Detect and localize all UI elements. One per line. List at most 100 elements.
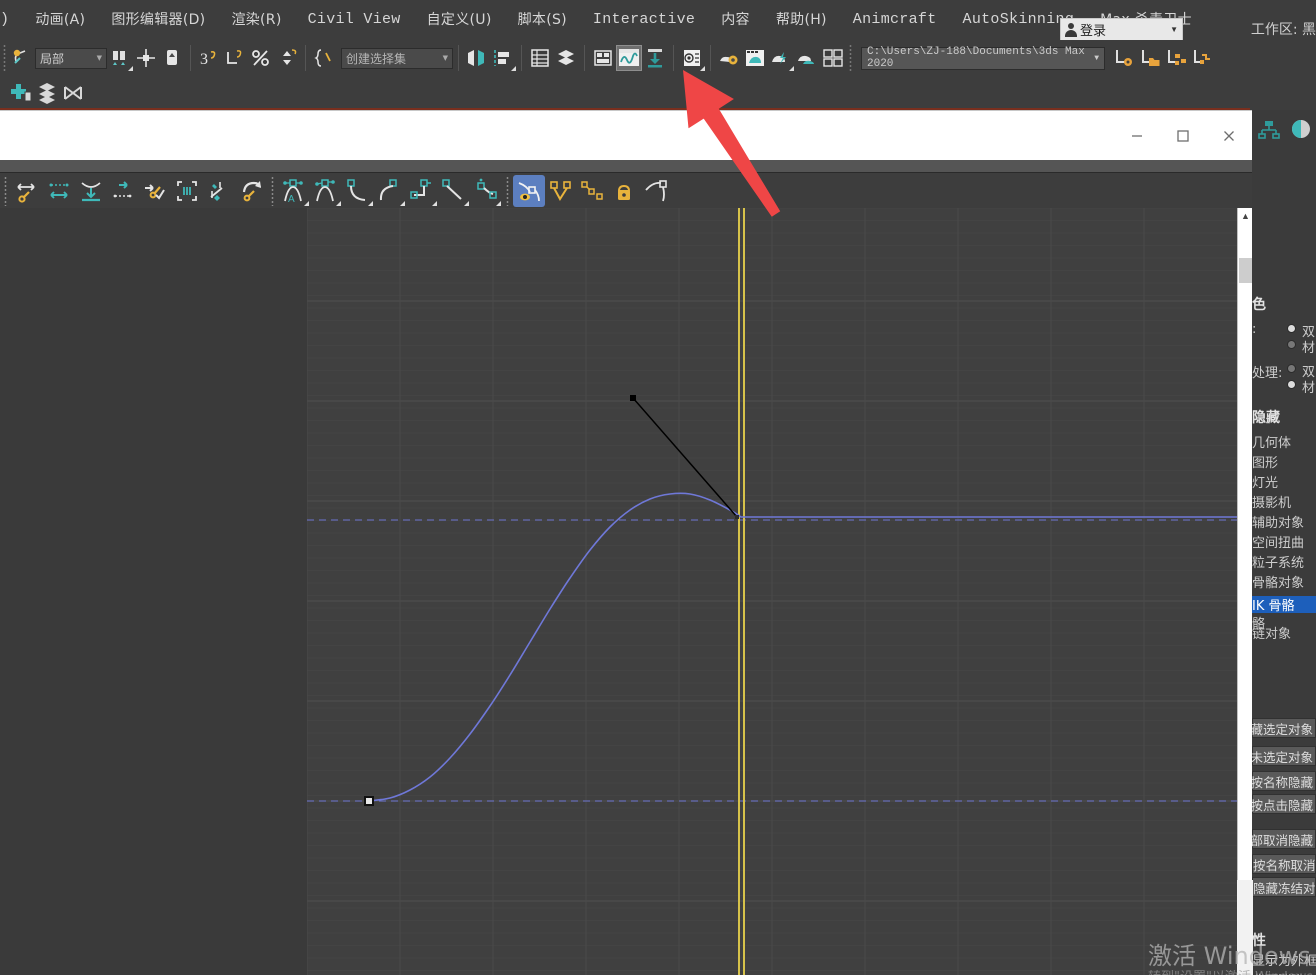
layer-hierarchy-icon[interactable] [1163,45,1189,71]
hide-item-cameras[interactable]: 摄影机 [1252,492,1291,511]
spinner-snap-icon[interactable] [274,45,300,71]
render-production-icon[interactable] [768,45,794,71]
select-link-icon[interactable] [9,45,35,71]
move-keys-horizontal-icon[interactable] [43,175,75,207]
ribbon-toggle-icon[interactable] [590,45,616,71]
login-dropdown[interactable]: 登录 ▼ [1060,18,1183,41]
scroll-up-arrow-icon[interactable]: ▲ [1238,208,1253,224]
set-tangents-step-icon[interactable] [406,175,438,207]
hide-item-link-object[interactable]: 链对象 [1252,623,1291,642]
move-keys-icon[interactable] [11,175,43,207]
set-tangents-fast-icon[interactable] [342,175,374,207]
viewport-layout-icon[interactable] [820,45,846,71]
add-object-icon[interactable] [8,80,34,106]
unhide-by-name-button[interactable]: 按名称取消隐藏 [1252,854,1316,874]
layer-nested-icon[interactable] [1189,45,1215,71]
hide-item-helpers[interactable]: 辅助对象 [1252,512,1304,531]
menu-item-3[interactable]: 渲染(R) [218,0,294,40]
menu-item-5[interactable]: 自定义(U) [414,0,505,40]
workspace-selector[interactable]: 工作区: 黑 [1251,19,1316,39]
menu-item-1[interactable]: 动画(A) [22,0,98,40]
stack-objects-icon[interactable] [34,80,60,106]
percent-snap-icon[interactable] [248,45,274,71]
curve-editor-icon[interactable] [616,45,642,71]
display-tab-icon[interactable] [1288,116,1314,142]
scrollbar-thumb[interactable] [1239,258,1252,283]
hide-item-geometry[interactable]: 几何体 [1252,432,1291,451]
hierarchy-tab-icon[interactable] [1256,116,1282,142]
hide-by-hit-button[interactable]: 按点击隐藏 [1252,794,1316,814]
hide-item-particle-systems[interactable]: 粒子系统 [1252,552,1304,571]
mirror-icon[interactable] [464,45,490,71]
shaded-radio-1[interactable] [1287,364,1296,373]
show-tangents-icon[interactable] [513,174,545,207]
reduce-keys-icon[interactable] [235,175,267,207]
project-path-field[interactable]: C:\Users\ZJ-188\Documents\3ds Max 2020 ▼ [861,46,1105,70]
menu-item-6[interactable]: 脚本(S) [505,0,580,40]
unhide-all-button[interactable]: 全部取消隐藏 [1252,829,1316,849]
hide-item-bone-objects[interactable]: 骨骼对象 [1252,572,1304,591]
maximize-icon[interactable] [1160,111,1206,160]
hide-item-shapes[interactable]: 图形 [1252,452,1278,471]
set-tangents-auto-icon[interactable]: A [278,175,310,207]
slide-keys-icon[interactable] [75,175,107,207]
mesh-objects-icon[interactable] [60,80,86,106]
menu-item-7[interactable]: Interactive [580,0,708,40]
shaded-radio-2[interactable] [1287,380,1296,389]
menu-item-10[interactable]: Animcraft [840,0,950,40]
render-setup-icon[interactable] [716,45,742,71]
schematic-view-icon[interactable] [642,45,668,71]
scene-explorer-icon[interactable] [553,45,579,71]
lock-tangents-icon[interactable] [609,175,641,207]
graph-vertical-scrollbar[interactable]: ▲ [1237,208,1252,975]
rendered-frame-window-icon[interactable] [742,45,768,71]
render-iterative-icon[interactable] [794,45,820,71]
create-layer-icon[interactable] [1137,45,1163,71]
toolbar-drag-handle[interactable] [849,44,852,72]
hide-frozen-objects-button[interactable]: 隐藏冻结对象 [1252,877,1316,897]
menu-item-0[interactable]: ) [0,0,22,40]
set-tangents-linear-icon[interactable] [438,175,470,207]
close-icon[interactable] [1206,111,1252,160]
edit-named-selection-sets-icon[interactable] [311,45,337,71]
layer-explorer-icon[interactable] [527,45,553,71]
layer-manager-icon[interactable] [1111,45,1137,71]
draw-curves-icon[interactable] [203,175,235,207]
hide-item-lights[interactable]: 灯光 [1252,472,1278,491]
angle-snap-icon[interactable] [222,45,248,71]
toolbar-drag-handle[interactable] [3,44,6,72]
menu-item-9[interactable]: 帮助(H) [763,0,840,40]
select-and-move-icon[interactable] [133,45,159,71]
percent-snap-3-icon[interactable]: 3 [196,45,222,71]
use-pivot-point-center-icon[interactable] [107,45,133,71]
minimize-icon[interactable] [1114,111,1160,160]
set-tangents-smooth-icon[interactable] [470,175,502,207]
controller-list-panel[interactable] [0,208,307,975]
display-color-radio-2[interactable] [1287,340,1296,349]
hide-selected-button[interactable]: 隐藏选定对象 [1252,718,1316,738]
align-icon[interactable] [490,45,516,71]
curve-editor-titlebar[interactable] [0,111,1252,160]
hide-item-space-warps[interactable]: 空间扭曲 [1252,532,1304,551]
hide-by-name-button[interactable]: 按名称隐藏 [1252,771,1316,791]
hide-unselected-button[interactable]: 隐藏未选定对象 [1252,746,1316,766]
curve-corner-icon[interactable] [641,175,673,207]
scale-keys-icon[interactable] [107,175,139,207]
break-tangents-icon[interactable] [577,175,609,207]
menu-item-8[interactable]: 内容 [708,0,763,40]
add-keys-icon[interactable] [139,175,171,207]
lock-tangents-handle-icon[interactable] [545,175,577,207]
hide-item-ik-chain-selected[interactable]: IK 骨骼 [1252,596,1316,614]
menu-item-4[interactable]: Civil View [295,0,414,40]
menu-item-2[interactable]: 图形编辑器(D) [98,0,218,40]
region-select-icon[interactable] [171,175,203,207]
display-color-radio-1[interactable] [1287,324,1296,333]
function-curve-graph[interactable] [307,208,1237,975]
toolbar-drag-handle[interactable] [4,175,7,206]
named-selection-set-field[interactable]: 创建选择集 ▼ [341,47,453,69]
set-tangents-slow-icon[interactable] [374,175,406,207]
reference-coordinate-system[interactable]: 局部 ▼ [35,47,107,69]
select-and-rotate-icon[interactable] [159,45,185,71]
set-tangents-custom-icon[interactable] [310,175,342,207]
material-editor-icon[interactable] [679,45,705,71]
